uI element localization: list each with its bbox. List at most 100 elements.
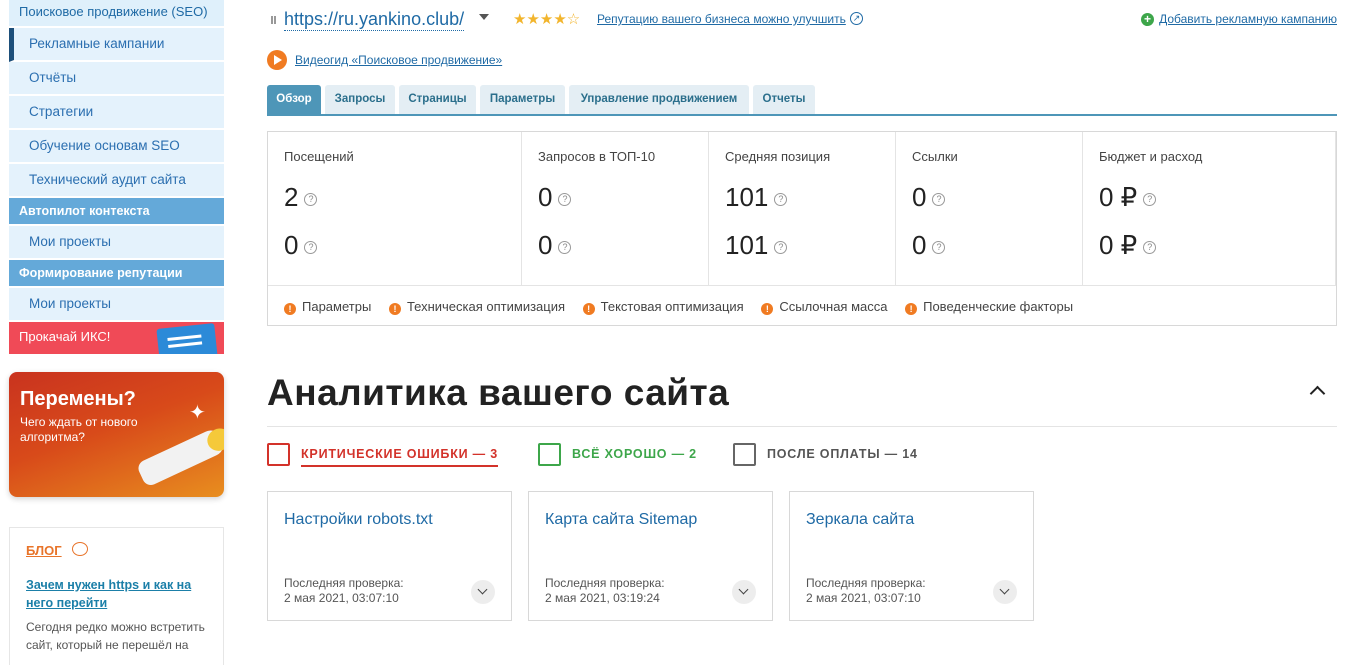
sidebar-item-tech-audit[interactable]: Технический аудит сайта xyxy=(9,164,224,198)
promo-ics-illustration xyxy=(156,323,218,354)
stat-label: Средняя позиция xyxy=(725,149,831,164)
stat-value: 101? xyxy=(725,182,788,213)
factor-behavior[interactable]: ! Поведенческие факторы xyxy=(905,299,1073,315)
app-root: Поисковое продвижение (SEO) Рекламные ка… xyxy=(0,0,1370,665)
promo-algorithm-banner[interactable]: Перемены? Чего ждать от нового алгоритма… xyxy=(9,372,224,497)
stat-label: Бюджет и расход xyxy=(1099,149,1203,164)
card-title: Зеркала сайта xyxy=(806,511,915,528)
tab-overview[interactable]: Обзор xyxy=(267,85,321,114)
site-header: https://ru.yankino.club/ ★★★★☆ Репутацию… xyxy=(267,8,1337,32)
sparkle-icon: ✦ xyxy=(189,402,206,424)
factor-parameters[interactable]: ! Параметры xyxy=(284,299,371,315)
seo-factors-bar: ! Параметры ! Техническая оптимизация ! Тек… xyxy=(268,285,1336,325)
help-icon[interactable]: ? xyxy=(1143,240,1157,254)
add-campaign-link[interactable]: Добавить рекламную кампанию xyxy=(1159,12,1337,26)
card-check-date: 2 мая 2021, 03:19:24 xyxy=(545,591,660,605)
stat-top10: Запросов в ТОП-10 0? 0? xyxy=(522,132,709,285)
tab-promotion-management[interactable]: Управление продвижением xyxy=(569,85,749,114)
chat-bubble-icon xyxy=(72,542,89,556)
check-card-robots[interactable]: Настройки robots.txt Последняя проверка:… xyxy=(267,491,512,621)
warning-icon: ! xyxy=(582,303,595,315)
category-after-payment[interactable]: ПОСЛЕ ОПЛАТЫ — 14 xyxy=(733,443,933,469)
stat-visits: Посещений 2? 0? xyxy=(268,132,522,285)
card-check-date: 2 мая 2021, 03:07:10 xyxy=(806,591,921,605)
stat-value: 2? xyxy=(284,182,318,213)
stat-value: 0? xyxy=(912,182,946,213)
help-icon[interactable]: ? xyxy=(774,240,788,254)
locked-list-icon xyxy=(733,443,756,466)
factor-technical[interactable]: ! Техническая оптимизация xyxy=(388,299,565,315)
stat-avg-position: Средняя позиция 101? 101? xyxy=(709,132,896,285)
help-icon[interactable]: ? xyxy=(1143,192,1157,206)
stat-value: 0 ₽? xyxy=(1099,230,1157,261)
stat-label: Запросов в ТОП-10 xyxy=(538,149,656,164)
tab-parameters[interactable]: Параметры xyxy=(480,85,565,114)
card-check-label: Последняя проверка: xyxy=(284,576,404,590)
blog-widget: БЛОГ Зачем нужен https и как на него пер… xyxy=(9,527,224,665)
card-check-date: 2 мая 2021, 03:07:10 xyxy=(284,591,399,605)
blog-article-excerpt: Сегодня редко можно встретить сайт, кото… xyxy=(26,620,205,652)
rating-stars: ★★★★☆ xyxy=(513,11,581,28)
drag-handle-icon[interactable] xyxy=(271,16,276,24)
external-link-icon[interactable]: ↗ xyxy=(850,12,863,25)
category-critical-errors[interactable]: КРИТИЧЕСКИЕ ОШИБКИ — 3 xyxy=(267,443,512,469)
stat-value: 0? xyxy=(538,182,572,213)
check-list-icon xyxy=(538,443,561,466)
stat-budget: Бюджет и расход 0 ₽? 0 ₽? xyxy=(1083,132,1336,285)
warning-icon: ! xyxy=(284,303,296,315)
add-icon[interactable]: + xyxy=(1141,13,1154,26)
warning-icon: ! xyxy=(388,303,401,315)
warning-icon: ! xyxy=(905,303,918,315)
site-url-select[interactable]: https://ru.yankino.club/ xyxy=(284,8,465,31)
expand-icon[interactable] xyxy=(471,580,495,604)
chevron-down-icon[interactable] xyxy=(479,14,489,20)
sidebar-item-autopilot-projects[interactable]: Мои проекты xyxy=(9,226,224,260)
sidebar-item-reports[interactable]: Отчёты xyxy=(9,62,224,96)
stat-value: 0? xyxy=(912,230,946,261)
expand-icon[interactable] xyxy=(732,580,756,604)
card-title: Настройки robots.txt xyxy=(284,511,433,528)
stat-links: Ссылки 0? 0? xyxy=(896,132,1083,285)
video-guide-link[interactable]: Видеогид «Поисковое продвижение» xyxy=(295,53,502,67)
check-card-sitemap[interactable]: Карта сайта Sitemap Последняя проверка: … xyxy=(528,491,773,621)
check-card-mirrors[interactable]: Зеркала сайта Последняя проверка: 2 мая … xyxy=(789,491,1034,621)
sidebar-item-strategies[interactable]: Стратегии xyxy=(9,96,224,130)
analytics-title: Аналитика вашего сайта xyxy=(267,372,730,413)
help-icon[interactable]: ? xyxy=(558,240,572,254)
help-icon[interactable]: ? xyxy=(932,240,946,254)
stat-value: 0? xyxy=(538,230,572,261)
factor-links[interactable]: ! Ссылочная масса xyxy=(761,299,887,315)
help-icon[interactable]: ? xyxy=(304,240,318,254)
blog-article-link[interactable]: Зачем нужен https и как на него перейти xyxy=(26,576,207,612)
stat-value: 0 ₽? xyxy=(1099,182,1157,213)
reputation-link[interactable]: Репутацию вашего бизнеса можно улучшить xyxy=(597,12,846,26)
stat-value: 101? xyxy=(725,230,788,261)
stat-label: Посещений xyxy=(284,149,354,164)
sidebar-header-reputation[interactable]: Формирование репутации xyxy=(9,260,224,288)
chevron-up-icon[interactable] xyxy=(1309,385,1326,402)
stats-panel: Посещений 2? 0? Запросов в ТОП-10 0? 0? … xyxy=(267,131,1337,326)
sidebar-item-campaigns[interactable]: Рекламные кампании xyxy=(9,28,224,62)
promo-big-text: Чего ждать от нового алгоритма? xyxy=(20,415,138,444)
sidebar-header-seo[interactable]: Поисковое продвижение (SEO) xyxy=(9,0,224,28)
category-all-good[interactable]: ВСЁ ХОРОШО — 2 xyxy=(538,443,718,469)
help-icon[interactable]: ? xyxy=(304,192,318,206)
help-icon[interactable]: ? xyxy=(558,192,572,206)
blog-title[interactable]: БЛОГ xyxy=(26,543,62,558)
play-icon[interactable] xyxy=(267,50,287,70)
promo-ics-banner[interactable]: Прокачай ИКС! xyxy=(9,322,224,354)
tab-bar: Обзор Запросы Страницы Параметры Управле… xyxy=(267,85,1337,116)
sidebar: Поисковое продвижение (SEO) Рекламные ка… xyxy=(9,0,224,665)
sidebar-header-autopilot[interactable]: Автопилот контекста xyxy=(9,198,224,226)
help-icon[interactable]: ? xyxy=(932,192,946,206)
sidebar-item-reputation-projects[interactable]: Мои проекты xyxy=(9,288,224,322)
tab-queries[interactable]: Запросы xyxy=(325,85,395,114)
tab-reports[interactable]: Отчеты xyxy=(753,85,815,114)
tab-pages[interactable]: Страницы xyxy=(399,85,476,114)
promo-ics-text: Прокачай ИКС! xyxy=(19,329,111,344)
help-icon[interactable]: ? xyxy=(774,192,788,206)
sidebar-item-seo-training[interactable]: Обучение основам SEO xyxy=(9,130,224,164)
expand-icon[interactable] xyxy=(993,580,1017,604)
factor-text[interactable]: ! Текстовая оптимизация xyxy=(582,299,744,315)
card-title: Карта сайта Sitemap xyxy=(545,511,698,528)
